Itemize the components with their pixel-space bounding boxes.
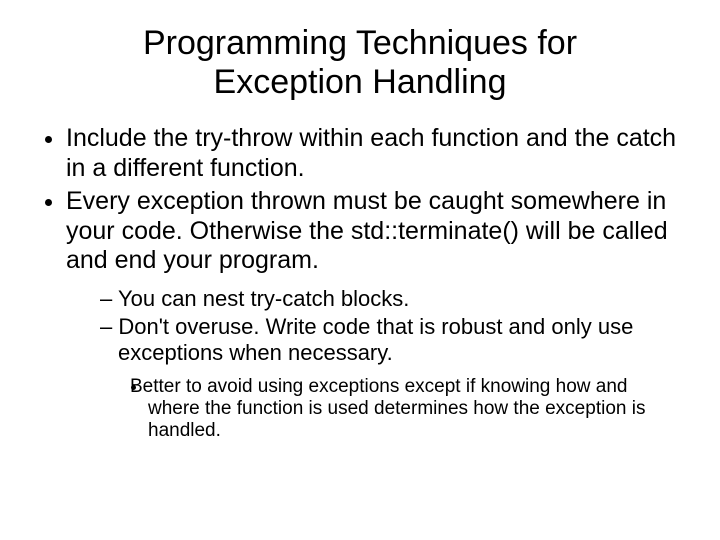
- slide-title: Programming Techniques for Exception Han…: [116, 24, 604, 102]
- slide: Programming Techniques for Exception Han…: [0, 0, 720, 540]
- list-item: Better to avoid using exceptions except …: [148, 376, 684, 443]
- list-item-text: Every exception thrown must be caught so…: [66, 187, 668, 274]
- list-item: You can nest try-catch blocks.: [100, 286, 684, 312]
- list-item: Every exception thrown must be caught so…: [66, 187, 684, 443]
- list-item: Include the try-throw within each functi…: [66, 124, 684, 183]
- list-item-text: Don't overuse. Write code that is robust…: [118, 314, 633, 365]
- bullet-list-level3: Better to avoid using exceptions except …: [118, 376, 684, 443]
- bullet-list-level2: You can nest try-catch blocks. Don't ove…: [66, 286, 684, 443]
- list-item: Don't overuse. Write code that is robust…: [100, 314, 684, 443]
- bullet-list-level1: Include the try-throw within each functi…: [36, 124, 684, 443]
